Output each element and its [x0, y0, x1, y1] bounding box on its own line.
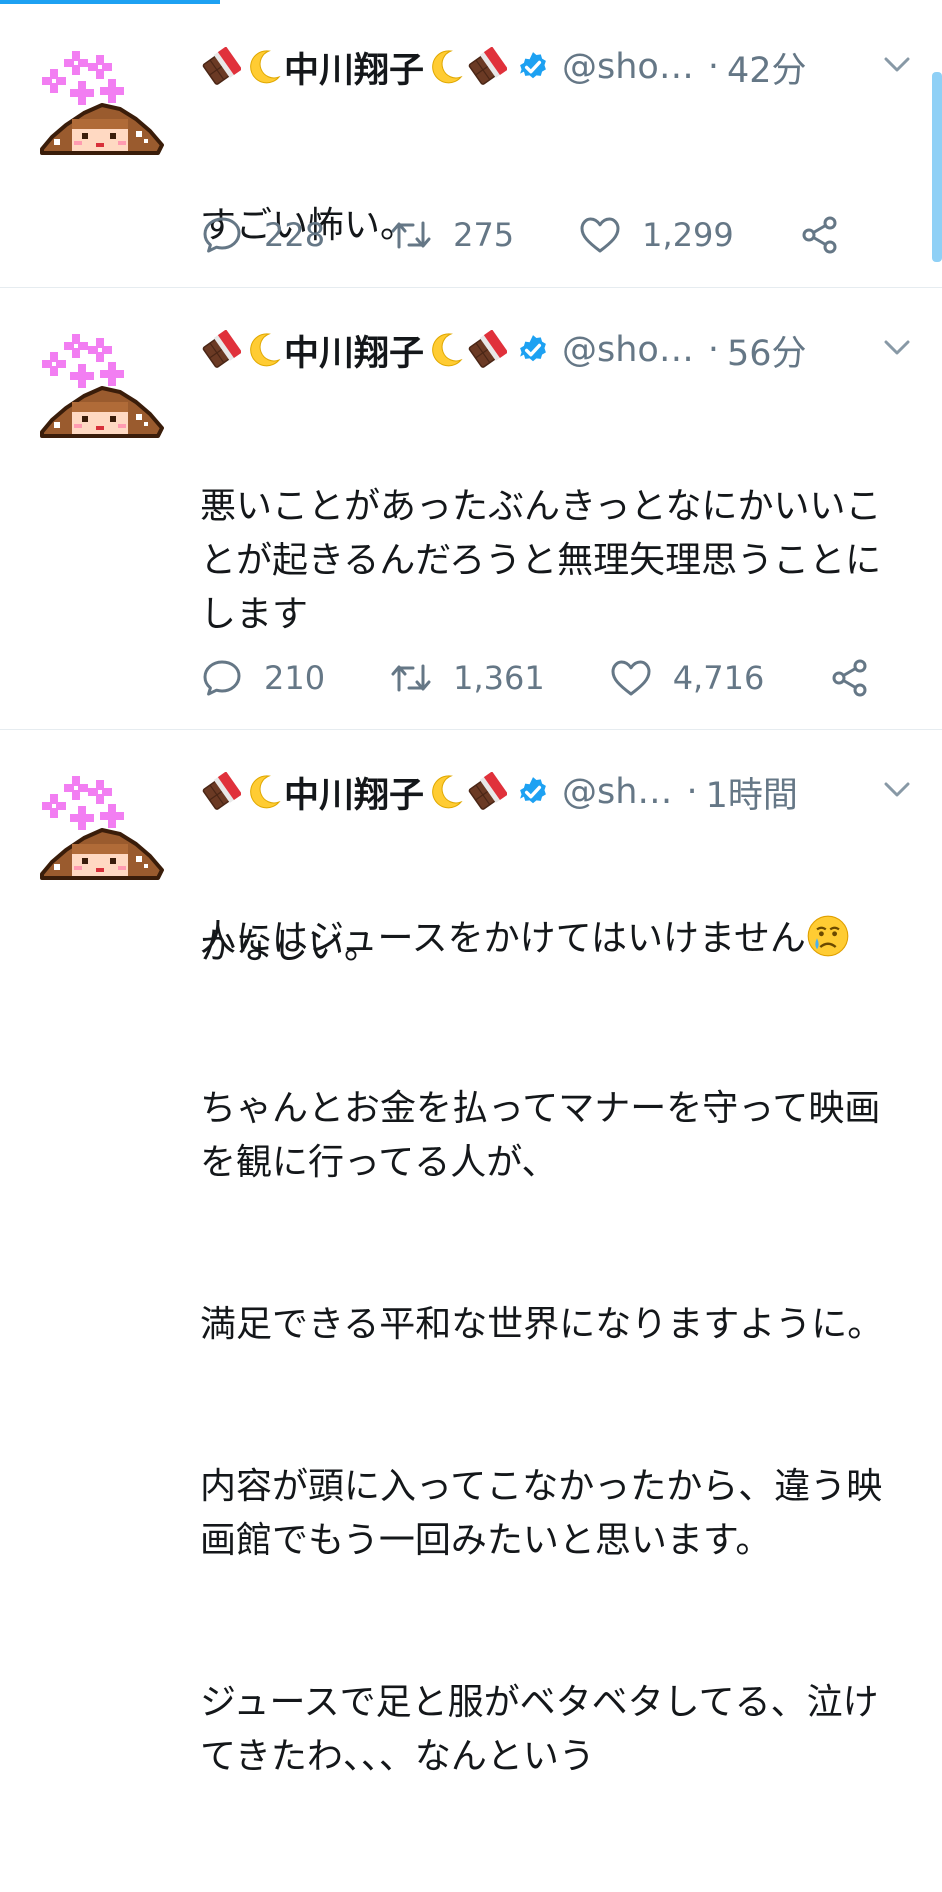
display-name-text: 中川翔子 — [284, 333, 425, 374]
display-name[interactable]: 中川翔子 — [200, 42, 508, 93]
loading-progress — [0, 0, 220, 4]
share-icon — [798, 213, 842, 257]
display-name-text: 中川翔子 — [284, 50, 425, 91]
chevron-down-icon[interactable] — [882, 53, 912, 77]
retweet-count: 1,361 — [453, 659, 545, 697]
tweet-text-paragraph: ちゃんとお金を払ってマナーを守って映画を観に行ってる人が、 — [200, 1088, 881, 1183]
separator-dot: · — [686, 772, 698, 812]
verified-badge-icon — [516, 333, 550, 367]
tweet-actions: 210 1,361 4,716 — [200, 655, 936, 701]
share-button[interactable] — [798, 213, 842, 257]
tweet-header: 中川翔子 @sho… · 42分 — [200, 41, 898, 93]
retweet-icon — [389, 656, 433, 700]
avatar[interactable] — [32, 45, 168, 165]
retweet-button[interactable]: 275 — [389, 213, 514, 257]
tweet-text-paragraph: 内容が頭に入ってこなかったから、違う映画館でもう一回みたいと思います。 — [200, 1466, 883, 1561]
user-handle[interactable]: @sho… — [562, 330, 694, 370]
tweet[interactable]: 中川翔子 @sh… · 1時間 かなしい。 ちゃんとお金を払ってマナーを守って映… — [0, 730, 942, 1777]
reply-count: 210 — [264, 659, 326, 697]
tweet-text-paragraph: 満足できる平和な世界になりますように。 — [200, 1304, 884, 1345]
chocolate-icon — [467, 772, 507, 812]
display-name-text: 中川翔子 — [284, 775, 425, 816]
heart-icon — [578, 213, 622, 257]
tweet-text-paragraph: ジュースで足と服がベタベタしてる、泣けてきたわ、、、なんという — [200, 1682, 879, 1777]
tweet[interactable]: 中川翔子 @sho… · 56分 悪いことがあったぶんきっとなにかいいことが起き… — [0, 288, 942, 959]
tweet[interactable]: 中川翔子 @sho… · 42分 すごい怖い。 228 275 1,299 — [0, 5, 942, 288]
share-button[interactable] — [828, 656, 872, 700]
crescent-moon-icon — [425, 330, 465, 370]
timestamp[interactable]: 1時間 — [706, 767, 798, 818]
display-name[interactable]: 中川翔子 — [200, 325, 508, 376]
crescent-moon-icon — [425, 47, 465, 87]
user-handle[interactable]: @sho… — [562, 47, 694, 87]
like-button[interactable]: 4,716 — [609, 656, 765, 700]
like-button[interactable]: 1,299 — [578, 213, 734, 257]
share-icon — [828, 656, 872, 700]
chocolate-icon — [467, 330, 507, 370]
tweet-text-paragraph: かなしい。 — [200, 926, 381, 967]
reply-button[interactable]: 210 — [200, 656, 325, 700]
separator-dot: · — [707, 330, 719, 370]
retweet-button[interactable]: 1,361 — [389, 656, 545, 700]
tweet-header: 中川翔子 @sh… · 1時間 — [200, 766, 898, 818]
separator-dot: · — [707, 47, 719, 87]
tweet-text: かなしい。 ちゃんとお金を払ってマナーを守って映画を観に行ってる人が、 満足でき… — [200, 812, 908, 1892]
chocolate-icon — [467, 47, 507, 87]
verified-badge-icon — [516, 775, 550, 809]
timestamp[interactable]: 56分 — [727, 325, 807, 376]
crescent-moon-icon — [243, 330, 283, 370]
user-handle[interactable]: @sh… — [562, 772, 672, 812]
reply-icon — [200, 213, 244, 257]
verified-badge-icon — [516, 50, 550, 84]
chocolate-icon — [201, 47, 241, 87]
retweet-count: 275 — [453, 216, 515, 254]
tweet-header: 中川翔子 @sho… · 56分 — [200, 324, 898, 376]
reply-button[interactable]: 228 — [200, 213, 325, 257]
like-count: 4,716 — [672, 659, 765, 697]
reply-count: 228 — [264, 216, 326, 254]
crescent-moon-icon — [425, 772, 465, 812]
tweet-actions: 228 275 1,299 — [200, 212, 906, 258]
retweet-icon — [389, 213, 433, 257]
avatar[interactable] — [32, 770, 168, 890]
timestamp[interactable]: 42分 — [727, 42, 807, 93]
reply-icon — [200, 656, 244, 700]
crescent-moon-icon — [243, 47, 283, 87]
like-count: 1,299 — [642, 216, 734, 254]
chocolate-icon — [201, 330, 241, 370]
chocolate-icon — [201, 772, 241, 812]
display-name[interactable]: 中川翔子 — [200, 767, 508, 818]
chevron-down-icon[interactable] — [882, 336, 912, 360]
chevron-down-icon[interactable] — [882, 778, 912, 802]
heart-icon — [609, 656, 653, 700]
crescent-moon-icon — [243, 772, 283, 812]
tweet-text-paragraph: 悪いことがあったぶんきっとなにかいいことが起きるんだろうと無理矢理思うことにしま… — [200, 486, 882, 635]
avatar[interactable] — [32, 328, 168, 448]
